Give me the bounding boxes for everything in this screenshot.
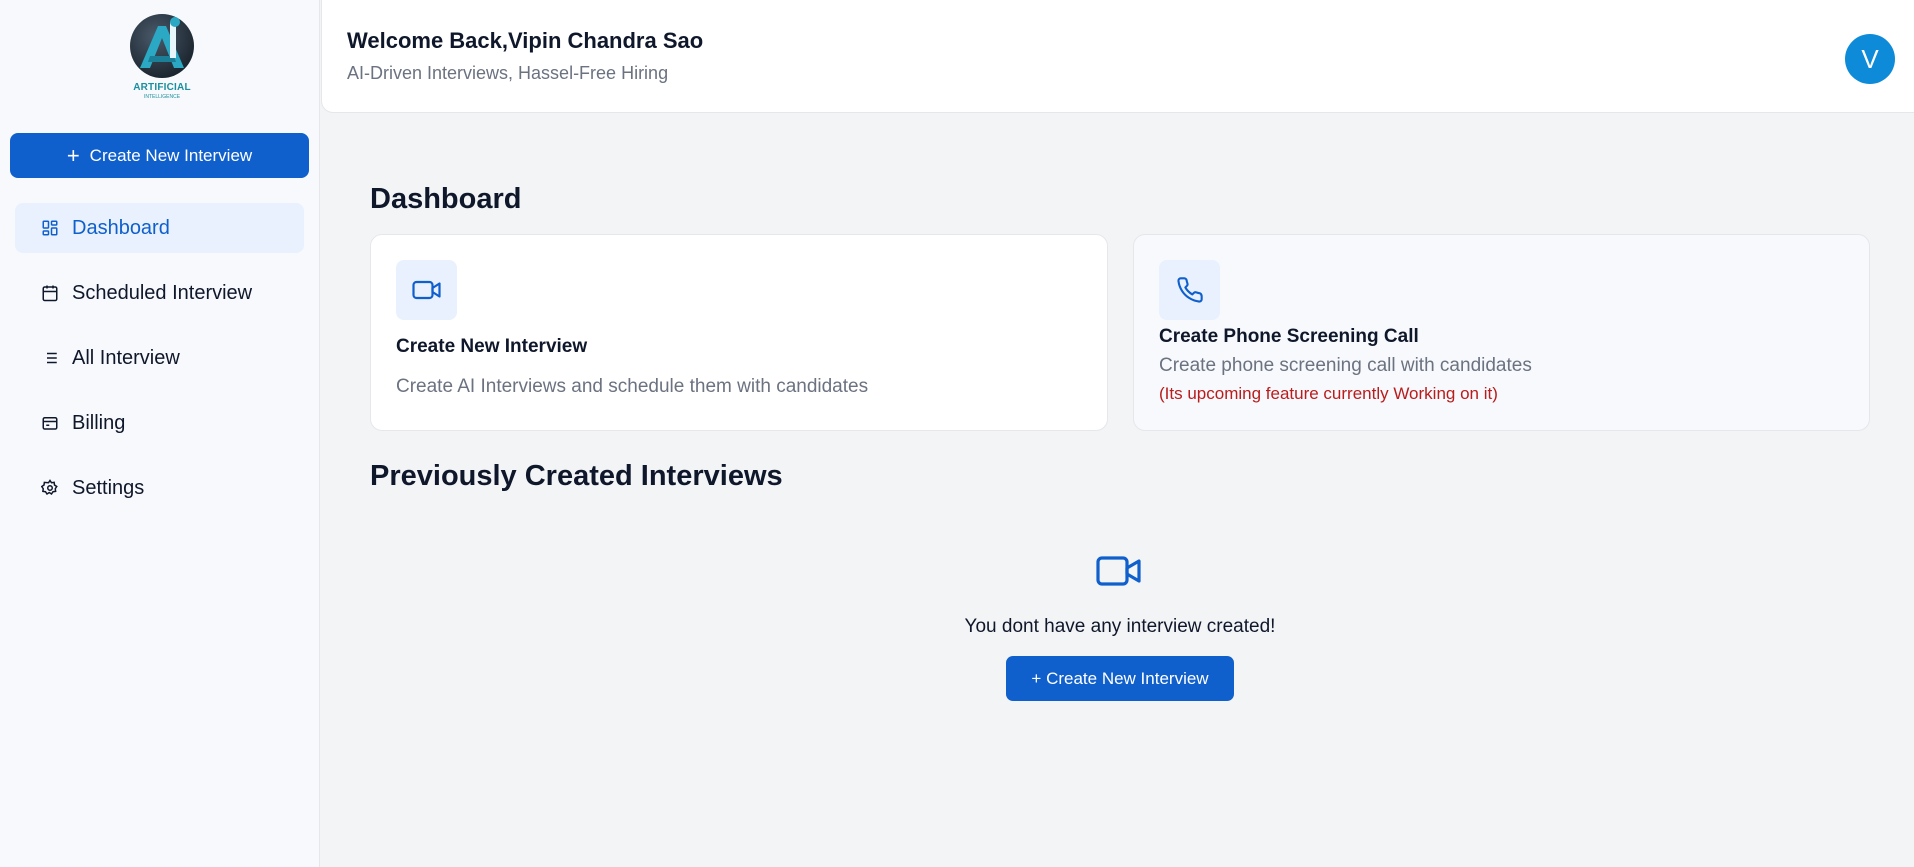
welcome-message: Welcome Back,Vipin Chandra Sao xyxy=(347,28,704,53)
phone-screening-card[interactable]: Create Phone Screening Call Create phone… xyxy=(1133,234,1870,431)
header-tagline: AI-Driven Interviews, Hassel-Free Hiring xyxy=(347,63,669,83)
create-new-interview-button[interactable]: + Create New Interview xyxy=(1006,656,1234,701)
logo-text: ARTIFICIAL xyxy=(133,82,191,93)
sidebar-item-label: All Interview xyxy=(72,346,180,369)
video-icon xyxy=(1096,554,1142,588)
video-icon xyxy=(396,260,457,320)
plus-icon: + xyxy=(66,142,80,168)
sidebar-create-interview-label: Create New Interview xyxy=(89,145,253,165)
sidebar-item-all-interview[interactable]: All Interview xyxy=(15,333,304,383)
gear-icon xyxy=(41,479,59,497)
sidebar-item-scheduled-interview[interactable]: Scheduled Interview xyxy=(15,268,304,318)
sidebar-item-billing[interactable]: Billing xyxy=(15,398,304,448)
sidebar-item-label: Dashboard xyxy=(72,216,170,239)
card-title: Create New Interview xyxy=(396,336,588,357)
ai-logo-icon xyxy=(130,14,194,78)
previous-interviews-title: Previously Created Interviews xyxy=(370,460,783,492)
ai-logo[interactable]: ARTIFICIAL INTELLIGENCE xyxy=(128,12,196,100)
sidebar: ARTIFICIAL INTELLIGENCE + Create New Int… xyxy=(0,0,320,867)
create-interview-card[interactable]: Create New Interview Create AI Interview… xyxy=(370,234,1108,431)
dashboard-icon xyxy=(41,219,59,237)
calendar-icon xyxy=(41,284,59,302)
card-description: Create phone screening call with candida… xyxy=(1159,355,1532,376)
list-icon xyxy=(41,349,59,367)
phone-icon xyxy=(1159,260,1220,320)
user-avatar[interactable]: V xyxy=(1845,34,1895,84)
sidebar-create-interview-button[interactable]: + Create New Interview xyxy=(10,133,309,178)
logo-subtext: INTELLIGENCE xyxy=(143,94,181,100)
card-description: Create AI Interviews and schedule them w… xyxy=(396,376,869,397)
empty-state-message: You dont have any interview created! xyxy=(964,616,1276,637)
sidebar-item-label: Billing xyxy=(72,411,126,434)
sidebar-item-label: Scheduled Interview xyxy=(72,281,253,304)
sidebar-item-label: Settings xyxy=(72,476,145,499)
sidebar-item-dashboard[interactable]: Dashboard xyxy=(15,203,304,253)
card-title: Create Phone Screening Call xyxy=(1159,326,1419,347)
sidebar-nav: Dashboard Scheduled Interview All Interv… xyxy=(15,203,304,528)
upcoming-feature-note: (Its upcoming feature currently Working … xyxy=(1159,384,1498,403)
sidebar-item-settings[interactable]: Settings xyxy=(15,463,304,513)
top-header: Welcome Back,Vipin Chandra Sao AI-Driven… xyxy=(321,0,1914,113)
wallet-icon xyxy=(41,414,59,432)
page-title: Dashboard xyxy=(370,183,522,215)
